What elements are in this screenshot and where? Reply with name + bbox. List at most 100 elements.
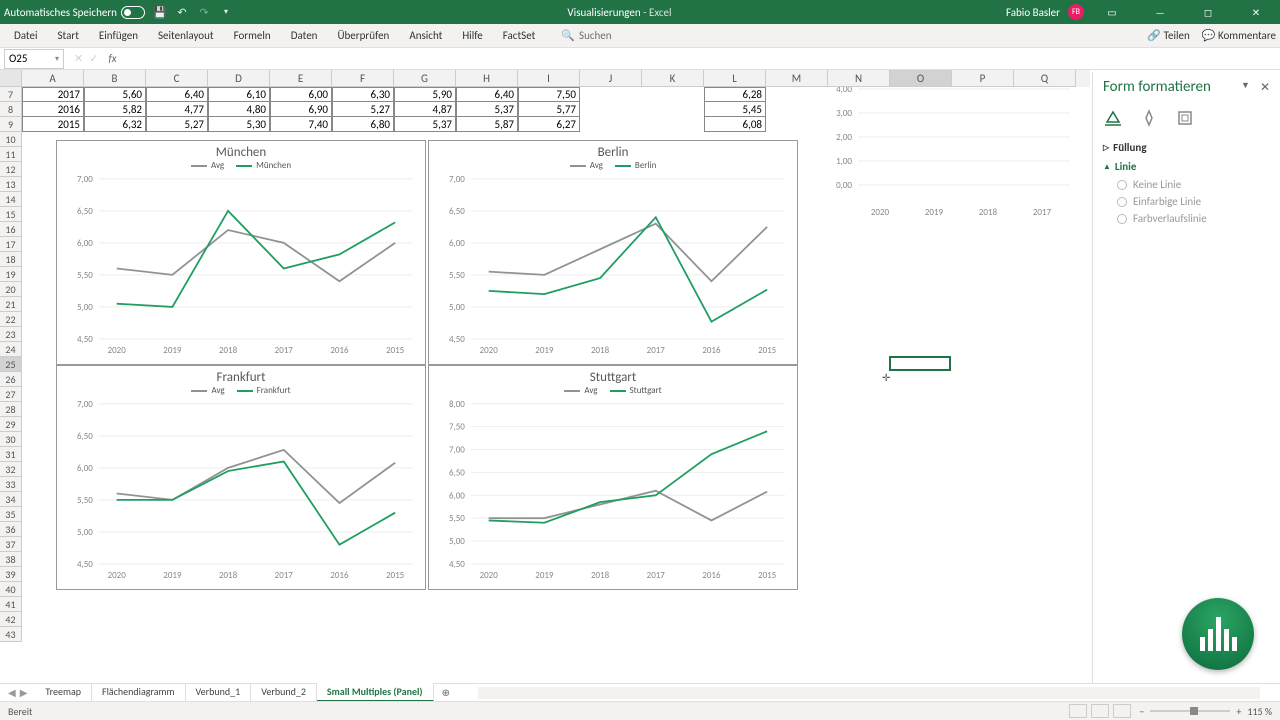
ribbon-tab-datei[interactable]: Datei xyxy=(4,25,48,46)
cell[interactable]: 5,37 xyxy=(394,117,456,132)
ribbon-tab-überprüfen[interactable]: Überprüfen xyxy=(327,25,399,46)
col-header[interactable]: B xyxy=(84,70,146,87)
cell[interactable]: 2017 xyxy=(22,87,84,102)
col-header[interactable]: A xyxy=(22,70,84,87)
row-header[interactable]: 27 xyxy=(0,387,22,402)
fx-icon[interactable]: fx xyxy=(104,52,120,65)
chart-panel-münchen[interactable]: MünchenAvgMünchen4,505,005,506,006,507,0… xyxy=(56,140,426,365)
col-header[interactable]: L xyxy=(704,70,766,87)
line-option[interactable]: Farbverlaufslinie xyxy=(1103,210,1270,227)
close-icon[interactable]: ✕ xyxy=(1236,0,1276,24)
cell[interactable]: 6,08 xyxy=(704,117,766,132)
col-header[interactable]: D xyxy=(208,70,270,87)
row-header[interactable]: 7 xyxy=(0,87,22,102)
col-header[interactable]: H xyxy=(456,70,518,87)
cell[interactable]: 5,30 xyxy=(208,117,270,132)
view-layout-icon[interactable] xyxy=(1091,704,1109,718)
save-icon[interactable]: 💾 xyxy=(153,5,167,19)
cell[interactable]: 7,40 xyxy=(270,117,332,132)
zoom-in-icon[interactable]: + xyxy=(1236,705,1241,718)
cancel-fx-icon[interactable]: ✕ xyxy=(74,52,83,65)
cell[interactable]: 7,50 xyxy=(518,87,580,102)
cell[interactable]: 6,30 xyxy=(332,87,394,102)
ribbon-tab-seitenlayout[interactable]: Seitenlayout xyxy=(148,25,224,46)
chart-panel-berlin[interactable]: BerlinAvgBerlin4,505,005,506,006,507,002… xyxy=(428,140,798,365)
row-header[interactable]: 39 xyxy=(0,567,22,582)
row-header[interactable]: 30 xyxy=(0,432,22,447)
ribbon-tab-factset[interactable]: FactSet xyxy=(493,25,546,46)
undo-icon[interactable]: ↶ xyxy=(175,5,189,19)
sheet-tab[interactable]: Verbund_2 xyxy=(251,683,317,702)
row-header[interactable]: 26 xyxy=(0,372,22,387)
view-normal-icon[interactable] xyxy=(1069,704,1087,718)
row-header[interactable]: 36 xyxy=(0,522,22,537)
row-header[interactable]: 11 xyxy=(0,147,22,162)
row-header[interactable]: 31 xyxy=(0,447,22,462)
row-header[interactable]: 21 xyxy=(0,297,22,312)
sheet-tab[interactable]: Treemap xyxy=(35,683,92,702)
row-header[interactable]: 9 xyxy=(0,117,22,132)
row-header[interactable]: 29 xyxy=(0,417,22,432)
user-name[interactable]: Fabio Basler xyxy=(1006,6,1060,19)
sheet-prev-icon[interactable]: ◀ xyxy=(8,686,16,699)
ribbon-tab-hilfe[interactable]: Hilfe xyxy=(452,25,492,46)
cell[interactable]: 5,37 xyxy=(456,102,518,117)
redo-icon[interactable]: ↷ xyxy=(197,5,211,19)
row-header[interactable]: 13 xyxy=(0,177,22,192)
row-header[interactable]: 16 xyxy=(0,222,22,237)
sheet-next-icon[interactable]: ▶ xyxy=(20,686,28,699)
col-header[interactable]: O xyxy=(890,70,952,87)
cell[interactable]: 5,77 xyxy=(518,102,580,117)
cell[interactable]: 5,90 xyxy=(394,87,456,102)
row-header[interactable]: 43 xyxy=(0,627,22,642)
col-header[interactable]: K xyxy=(642,70,704,87)
cell[interactable]: 6,80 xyxy=(332,117,394,132)
maximize-icon[interactable]: ◻ xyxy=(1188,0,1228,24)
row-header[interactable]: 38 xyxy=(0,552,22,567)
avatar[interactable]: FB xyxy=(1068,4,1084,20)
horizontal-scrollbar[interactable] xyxy=(478,687,1260,699)
row-header[interactable]: 40 xyxy=(0,582,22,597)
sheet-tab[interactable]: Flächendiagramm xyxy=(92,683,186,702)
ribbon-tab-einfügen[interactable]: Einfügen xyxy=(89,25,148,46)
row-header[interactable]: 34 xyxy=(0,492,22,507)
col-header[interactable]: J xyxy=(580,70,642,87)
cell[interactable]: 5,87 xyxy=(456,117,518,132)
zoom-slider[interactable] xyxy=(1150,710,1230,712)
col-header[interactable]: G xyxy=(394,70,456,87)
chart-panel-frankfurt[interactable]: FrankfurtAvgFrankfurt4,505,005,506,006,5… xyxy=(56,365,426,590)
row-header[interactable]: 17 xyxy=(0,237,22,252)
row-header[interactable]: 19 xyxy=(0,267,22,282)
chart-panel-stuttgart[interactable]: StuttgartAvgStuttgart4,505,005,506,006,5… xyxy=(428,365,798,590)
ribbon-tab-ansicht[interactable]: Ansicht xyxy=(399,25,452,46)
row-header[interactable]: 33 xyxy=(0,477,22,492)
cell[interactable]: 4,77 xyxy=(146,102,208,117)
row-header[interactable]: 10 xyxy=(0,132,22,147)
fill-line-icon[interactable] xyxy=(1103,108,1123,128)
row-header[interactable]: 32 xyxy=(0,462,22,477)
format-pane-close-icon[interactable]: ✕ xyxy=(1260,80,1270,95)
col-header[interactable]: P xyxy=(952,70,1014,87)
ribbon-options-icon[interactable]: ▭ xyxy=(1092,0,1132,24)
col-header[interactable]: E xyxy=(270,70,332,87)
cell[interactable]: 5,27 xyxy=(332,102,394,117)
row-header[interactable]: 24 xyxy=(0,342,22,357)
row-header[interactable]: 14 xyxy=(0,192,22,207)
line-section-header[interactable]: ▲ Linie xyxy=(1103,157,1270,176)
cell[interactable]: 6,00 xyxy=(270,87,332,102)
formula-input[interactable] xyxy=(127,49,1280,69)
effects-icon[interactable] xyxy=(1139,108,1159,128)
row-header[interactable]: 25 xyxy=(0,357,22,372)
cell[interactable]: 6,10 xyxy=(208,87,270,102)
cell[interactable]: 5,45 xyxy=(704,102,766,117)
sheet-tab[interactable]: Verbund_1 xyxy=(186,683,252,702)
col-header[interactable]: I xyxy=(518,70,580,87)
cell[interactable]: 5,82 xyxy=(84,102,146,117)
row-header[interactable]: 23 xyxy=(0,327,22,342)
row-header[interactable]: 12 xyxy=(0,162,22,177)
ribbon-tab-start[interactable]: Start xyxy=(48,25,89,46)
row-header[interactable]: 20 xyxy=(0,282,22,297)
line-option[interactable]: Keine Linie xyxy=(1103,176,1270,193)
cell[interactable]: 6,90 xyxy=(270,102,332,117)
cell[interactable]: 6,40 xyxy=(146,87,208,102)
